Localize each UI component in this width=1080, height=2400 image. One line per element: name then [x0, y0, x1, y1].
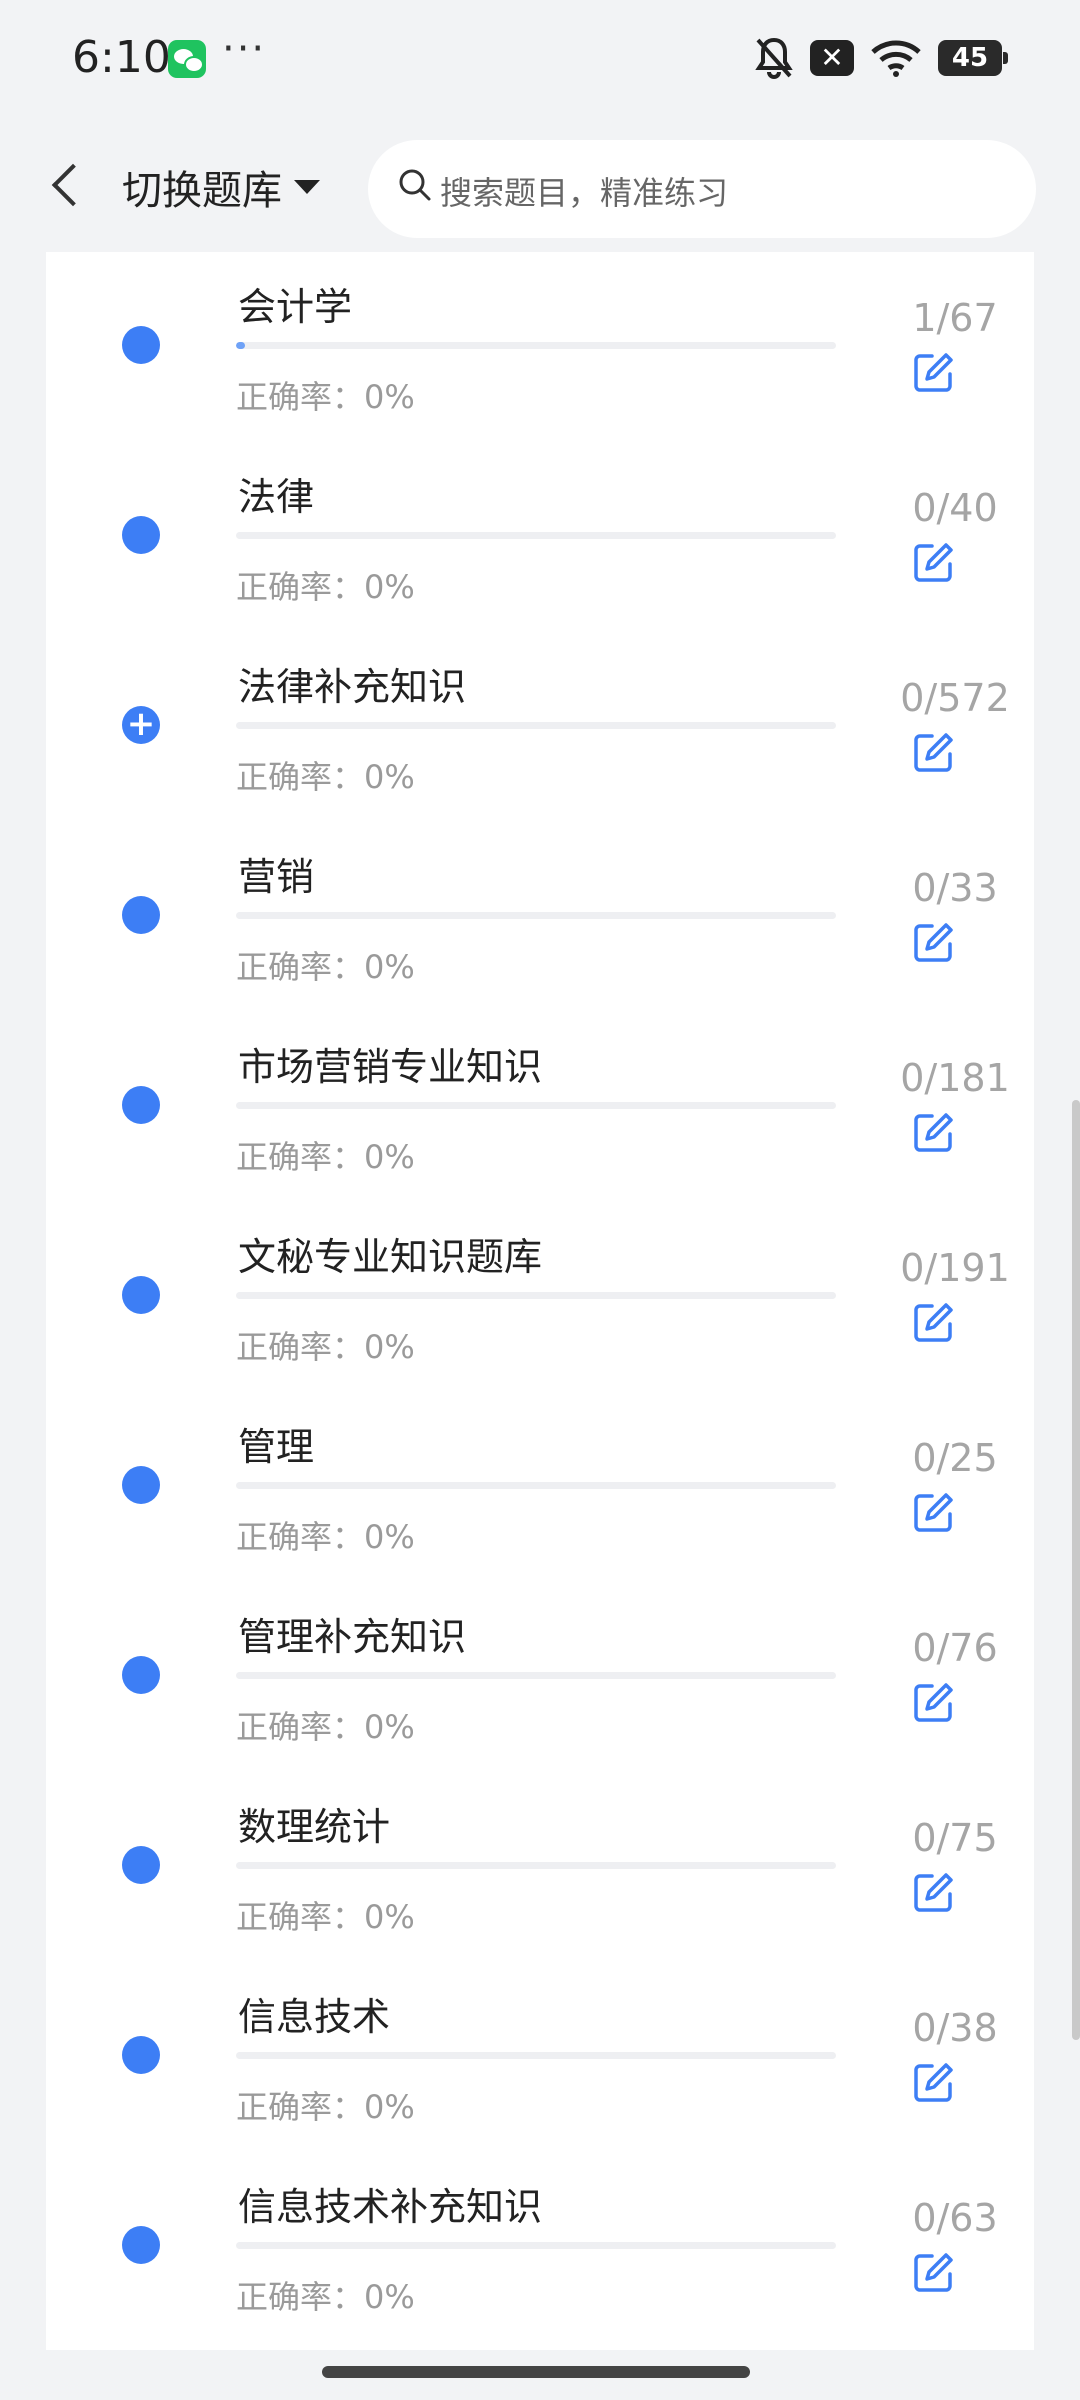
edit-icon[interactable]	[912, 350, 956, 394]
bank-list-item[interactable]: 信息技术 正确率：0% 0/38	[46, 1972, 1034, 2162]
bank-list-item[interactable]: 会计学 正确率：0% 1/67	[46, 262, 1034, 452]
progress-count: 0/63	[912, 2196, 998, 2240]
sim-blocked-icon: ✕	[810, 40, 854, 76]
progress-bar	[236, 532, 836, 539]
progress-count: 0/572	[900, 676, 1010, 720]
chapter-dot-icon[interactable]	[122, 896, 160, 934]
edit-icon[interactable]	[912, 1490, 956, 1534]
bank-list-item[interactable]: 数理统计 正确率：0% 0/75	[46, 1782, 1034, 1972]
accuracy-text: 正确率：0%	[236, 1328, 415, 1366]
edit-icon[interactable]	[912, 2060, 956, 2104]
progress-count: 0/33	[912, 866, 998, 910]
top-bar: 切换题库 搜索题目，精准练习	[0, 118, 1080, 252]
chapter-name: 管理	[238, 1425, 315, 1469]
progress-bar	[236, 1482, 836, 1489]
chapter-name: 信息技术	[238, 1995, 391, 2039]
edit-icon[interactable]	[912, 1680, 956, 1724]
accuracy-text: 正确率：0%	[236, 1708, 415, 1746]
chapter-dot-icon[interactable]	[122, 1086, 160, 1124]
edit-icon[interactable]	[912, 1110, 956, 1154]
status-bar: 6:10 ··· ✕ 45	[0, 0, 1080, 118]
chapter-dot-icon[interactable]	[122, 1656, 160, 1694]
progress-count: 0/75	[912, 1816, 998, 1860]
wechat-icon	[168, 40, 206, 78]
bank-list-item[interactable]: 管理 正确率：0% 0/25	[46, 1402, 1034, 1592]
bank-list-item[interactable]: 营销 正确率：0% 0/33	[46, 832, 1034, 1022]
progress-bar	[236, 1102, 836, 1109]
expand-plus-icon[interactable]: +	[122, 706, 160, 744]
switch-bank-dropdown[interactable]: 切换题库	[122, 158, 320, 216]
progress-bar	[236, 342, 836, 349]
progress-count: 0/25	[912, 1436, 998, 1480]
bell-muted-icon	[754, 36, 794, 80]
bank-list-item[interactable]: 文秘专业知识题库 正确率：0% 0/191	[46, 1212, 1034, 1402]
more-notifications-icon: ···	[222, 26, 267, 72]
edit-icon[interactable]	[912, 1870, 956, 1914]
search-icon	[399, 169, 431, 201]
bank-list-item[interactable]: + 法律补充知识 正确率：0% 0/572	[46, 642, 1034, 832]
progress-bar	[236, 1862, 836, 1869]
chapter-name: 管理补充知识	[238, 1615, 467, 1659]
chapter-dot-icon[interactable]	[122, 326, 160, 364]
chapter-name: 法律补充知识	[238, 665, 467, 709]
chapter-dot-icon[interactable]	[122, 2036, 160, 2074]
chapter-dot-icon[interactable]	[122, 1276, 160, 1314]
chapter-dot-icon[interactable]	[122, 2226, 160, 2264]
edit-icon[interactable]	[912, 730, 956, 774]
chapter-name: 会计学	[238, 285, 353, 329]
home-indicator[interactable]	[322, 2366, 750, 2378]
wifi-icon	[870, 38, 922, 78]
progress-bar	[236, 722, 836, 729]
status-icons: ✕ 45	[754, 36, 1008, 80]
accuracy-text: 正确率：0%	[236, 568, 415, 606]
progress-bar	[236, 1672, 836, 1679]
accuracy-text: 正确率：0%	[236, 948, 415, 986]
question-bank-list: 会计学 正确率：0% 1/67 法律 正确率：0% 0/40 + 法律补充知识 …	[46, 252, 1034, 2350]
chapter-dot-icon[interactable]	[122, 1846, 160, 1884]
edit-icon[interactable]	[912, 540, 956, 584]
progress-count: 0/38	[912, 2006, 998, 2050]
edit-icon[interactable]	[912, 1300, 956, 1344]
chapter-dot-icon[interactable]	[122, 1466, 160, 1504]
chapter-name: 法律	[238, 475, 315, 519]
accuracy-text: 正确率：0%	[236, 378, 415, 416]
accuracy-text: 正确率：0%	[236, 1518, 415, 1556]
bank-list-item[interactable]: 市场营销专业知识 正确率：0% 0/181	[46, 1022, 1034, 1212]
edit-icon[interactable]	[912, 2250, 956, 2294]
back-icon[interactable]	[44, 158, 84, 212]
accuracy-text: 正确率：0%	[236, 2278, 415, 2316]
chapter-dot-icon[interactable]	[122, 516, 160, 554]
switch-bank-label: 切换题库	[122, 168, 282, 214]
battery-icon: 45	[938, 40, 1008, 76]
status-time: 6:10	[72, 32, 171, 83]
search-placeholder: 搜索题目，精准练习	[440, 174, 729, 212]
progress-count: 0/40	[912, 486, 998, 530]
bank-list-item[interactable]: 法律 正确率：0% 0/40	[46, 452, 1034, 642]
chapter-name: 营销	[238, 855, 315, 899]
caret-down-icon	[294, 180, 320, 194]
chapter-name: 信息技术补充知识	[238, 2185, 543, 2229]
accuracy-text: 正确率：0%	[236, 758, 415, 796]
scrollbar[interactable]	[1072, 1100, 1080, 2040]
chapter-name: 市场营销专业知识	[238, 1045, 543, 1089]
chapter-name: 文秘专业知识题库	[238, 1235, 543, 1279]
search-bar[interactable]: 搜索题目，精准练习	[368, 140, 1036, 238]
bank-list-item[interactable]: 信息技术补充知识 正确率：0% 0/63	[46, 2162, 1034, 2350]
edit-icon[interactable]	[912, 920, 956, 964]
progress-bar	[236, 1292, 836, 1299]
progress-bar	[236, 2242, 836, 2249]
accuracy-text: 正确率：0%	[236, 1898, 415, 1936]
accuracy-text: 正确率：0%	[236, 2088, 415, 2126]
progress-bar	[236, 2052, 836, 2059]
accuracy-text: 正确率：0%	[236, 1138, 415, 1176]
progress-count: 1/67	[912, 296, 998, 340]
progress-bar	[236, 912, 836, 919]
progress-fill	[236, 342, 245, 349]
chapter-name: 数理统计	[238, 1805, 391, 1849]
progress-count: 0/181	[900, 1056, 1010, 1100]
bank-list-item[interactable]: 管理补充知识 正确率：0% 0/76	[46, 1592, 1034, 1782]
progress-count: 0/191	[900, 1246, 1010, 1290]
progress-count: 0/76	[912, 1626, 998, 1670]
